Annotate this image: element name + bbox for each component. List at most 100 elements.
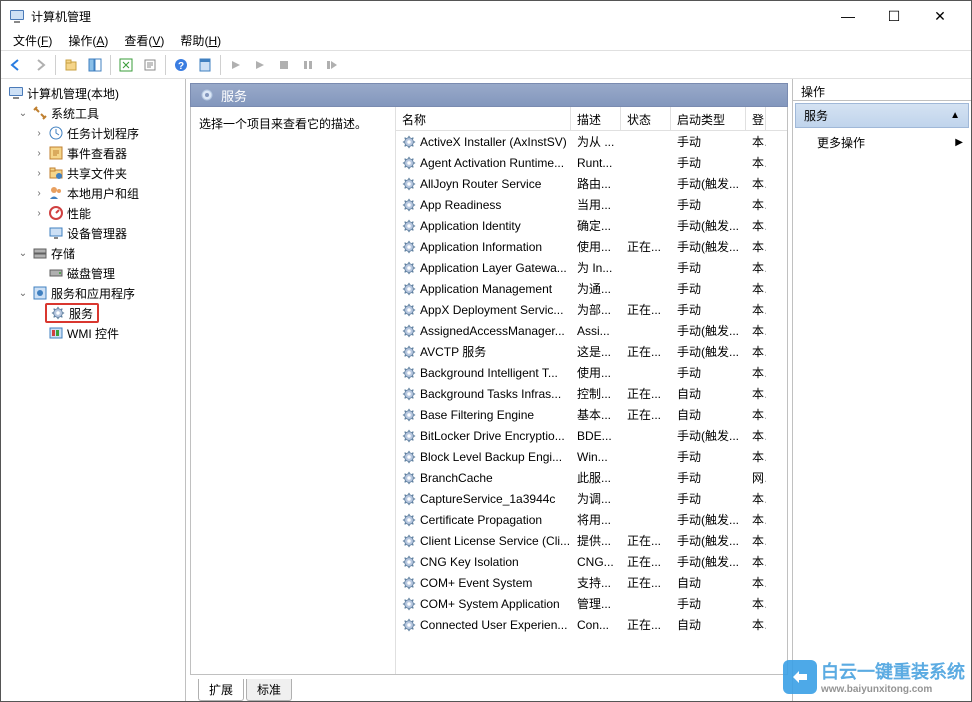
col-startup[interactable]: 启动类型: [671, 107, 746, 130]
svg-text:?: ?: [178, 61, 184, 72]
tree-task-scheduler[interactable]: › 任务计划程序: [1, 123, 185, 143]
actions-section-label: 服务: [804, 107, 828, 124]
col-logon[interactable]: 登: [746, 107, 766, 130]
tree-label: 共享文件夹: [67, 165, 127, 182]
pause-start-button[interactable]: [249, 54, 271, 76]
collapse-icon[interactable]: ⌄: [17, 248, 29, 259]
service-desc: Con...: [571, 618, 621, 632]
service-name: CNG Key Isolation: [396, 555, 571, 569]
device-icon: [48, 225, 64, 241]
tree-device-manager[interactable]: 设备管理器: [1, 223, 185, 243]
service-logon: 本: [746, 532, 766, 549]
collapse-icon[interactable]: ⌄: [17, 108, 29, 119]
tree-root[interactable]: 计算机管理(本地): [1, 83, 185, 103]
service-startup: 手动(触发...: [671, 175, 746, 192]
service-row[interactable]: Base Filtering Engine基本...正在...自动本: [396, 404, 787, 425]
service-row[interactable]: Application Information使用...正在...手动(触发..…: [396, 236, 787, 257]
start-service-button[interactable]: [225, 54, 247, 76]
tree-local-users[interactable]: › 本地用户和组: [1, 183, 185, 203]
tree-services[interactable]: 服务: [1, 303, 185, 323]
expand-icon[interactable]: ›: [33, 188, 45, 199]
export-button[interactable]: [139, 54, 161, 76]
service-row[interactable]: CNG Key IsolationCNG...正在...手动(触发...本: [396, 551, 787, 572]
service-row[interactable]: ActiveX Installer (AxInstSV)为从 ...手动本: [396, 131, 787, 152]
service-logon: 本: [746, 217, 766, 234]
actions-more[interactable]: 更多操作 ▶: [793, 130, 971, 155]
actions-section-services[interactable]: 服务 ▲: [795, 103, 969, 128]
service-row[interactable]: AVCTP 服务这是...正在...手动(触发...本: [396, 341, 787, 362]
list-rows[interactable]: ActiveX Installer (AxInstSV)为从 ...手动本Age…: [396, 131, 787, 674]
col-name[interactable]: 名称: [396, 107, 571, 130]
minimize-button[interactable]: —: [825, 1, 871, 31]
service-row[interactable]: Block Level Backup Engi...Win...手动本: [396, 446, 787, 467]
service-row[interactable]: Certificate Propagation将用...手动(触发...本: [396, 509, 787, 530]
close-button[interactable]: ✕: [917, 1, 963, 31]
service-row[interactable]: App Readiness当用...手动本: [396, 194, 787, 215]
tree-services-apps[interactable]: ⌄ 服务和应用程序: [1, 283, 185, 303]
service-logon: 本: [746, 196, 766, 213]
service-row[interactable]: COM+ Event System支持...正在...自动本: [396, 572, 787, 593]
tree-performance[interactable]: › 性能: [1, 203, 185, 223]
tree-shared-folders[interactable]: › 共享文件夹: [1, 163, 185, 183]
back-button[interactable]: [5, 54, 27, 76]
service-logon: 本: [746, 133, 766, 150]
menu-action[interactable]: 操作(A): [60, 30, 116, 51]
watermark-logo-icon: [783, 660, 817, 694]
service-name: BitLocker Drive Encryptio...: [396, 429, 571, 443]
col-desc[interactable]: 描述: [571, 107, 621, 130]
service-row[interactable]: Application Identity确定...手动(触发...本: [396, 215, 787, 236]
service-row[interactable]: Application Layer Gatewa...为 In...手动本: [396, 257, 787, 278]
maximize-button[interactable]: ☐: [871, 1, 917, 31]
service-row[interactable]: Background Tasks Infras...控制...正在...自动本: [396, 383, 787, 404]
tree-root-label: 计算机管理(本地): [27, 85, 119, 102]
service-startup: 手动: [671, 154, 746, 171]
tree-storage[interactable]: ⌄ 存储: [1, 243, 185, 263]
help-button[interactable]: ?: [170, 54, 192, 76]
collapse-icon[interactable]: ⌄: [17, 288, 29, 299]
service-row[interactable]: BranchCache此服...手动网: [396, 467, 787, 488]
service-logon: 本: [746, 574, 766, 591]
service-row[interactable]: AppX Deployment Servic...为部...正在...手动本: [396, 299, 787, 320]
tree-wmi[interactable]: WMI 控件: [1, 323, 185, 343]
tab-extended[interactable]: 扩展: [198, 679, 244, 701]
service-row[interactable]: Background Intelligent T...使用...手动本: [396, 362, 787, 383]
restart-service-button[interactable]: [321, 54, 343, 76]
tree-panel[interactable]: 计算机管理(本地) ⌄ 系统工具 › 任务计划程序 › 事件查看器 › 共享文件…: [1, 79, 186, 701]
menu-file[interactable]: 文件(F): [5, 30, 60, 51]
expand-icon[interactable]: ›: [33, 168, 45, 179]
forward-button[interactable]: [29, 54, 51, 76]
up-button[interactable]: [60, 54, 82, 76]
tree-event-viewer[interactable]: › 事件查看器: [1, 143, 185, 163]
service-row[interactable]: CaptureService_1a3944c为调...手动本: [396, 488, 787, 509]
service-row[interactable]: AllJoyn Router Service路由...手动(触发...本: [396, 173, 787, 194]
menubar: 文件(F) 操作(A) 查看(V) 帮助(H): [1, 31, 971, 51]
service-row[interactable]: Agent Activation Runtime...Runt...手动本: [396, 152, 787, 173]
service-desc: CNG...: [571, 555, 621, 569]
service-row[interactable]: Application Management为通...手动本: [396, 278, 787, 299]
service-row[interactable]: AssignedAccessManager...Assi...手动(触发...本: [396, 320, 787, 341]
show-hide-button[interactable]: [84, 54, 106, 76]
expand-icon[interactable]: ›: [33, 148, 45, 159]
col-status[interactable]: 状态: [621, 107, 671, 130]
service-row[interactable]: COM+ System Application管理...手动本: [396, 593, 787, 614]
service-desc: 确定...: [571, 217, 621, 234]
pause-service-button[interactable]: [297, 54, 319, 76]
service-name: Client License Service (Cli...: [396, 534, 571, 548]
service-row[interactable]: Connected User Experien...Con...正在...自动本: [396, 614, 787, 635]
stop-service-button[interactable]: [273, 54, 295, 76]
expand-icon[interactable]: ›: [33, 208, 45, 219]
tree-disk-management[interactable]: 磁盘管理: [1, 263, 185, 283]
menu-view[interactable]: 查看(V): [116, 30, 172, 51]
expand-icon[interactable]: ›: [33, 128, 45, 139]
tree-label: 服务: [69, 305, 93, 322]
tree-system-tools[interactable]: ⌄ 系统工具: [1, 103, 185, 123]
watermark-url: www.baiyunxitong.com: [821, 684, 965, 695]
menu-help[interactable]: 帮助(H): [172, 30, 229, 51]
tab-standard[interactable]: 标准: [246, 679, 292, 701]
service-desc: 使用...: [571, 238, 621, 255]
service-row[interactable]: Client License Service (Cli...提供...正在...…: [396, 530, 787, 551]
service-row[interactable]: BitLocker Drive Encryptio...BDE...手动(触发.…: [396, 425, 787, 446]
refresh-button[interactable]: [115, 54, 137, 76]
properties-button[interactable]: [194, 54, 216, 76]
service-name: Agent Activation Runtime...: [396, 156, 571, 170]
